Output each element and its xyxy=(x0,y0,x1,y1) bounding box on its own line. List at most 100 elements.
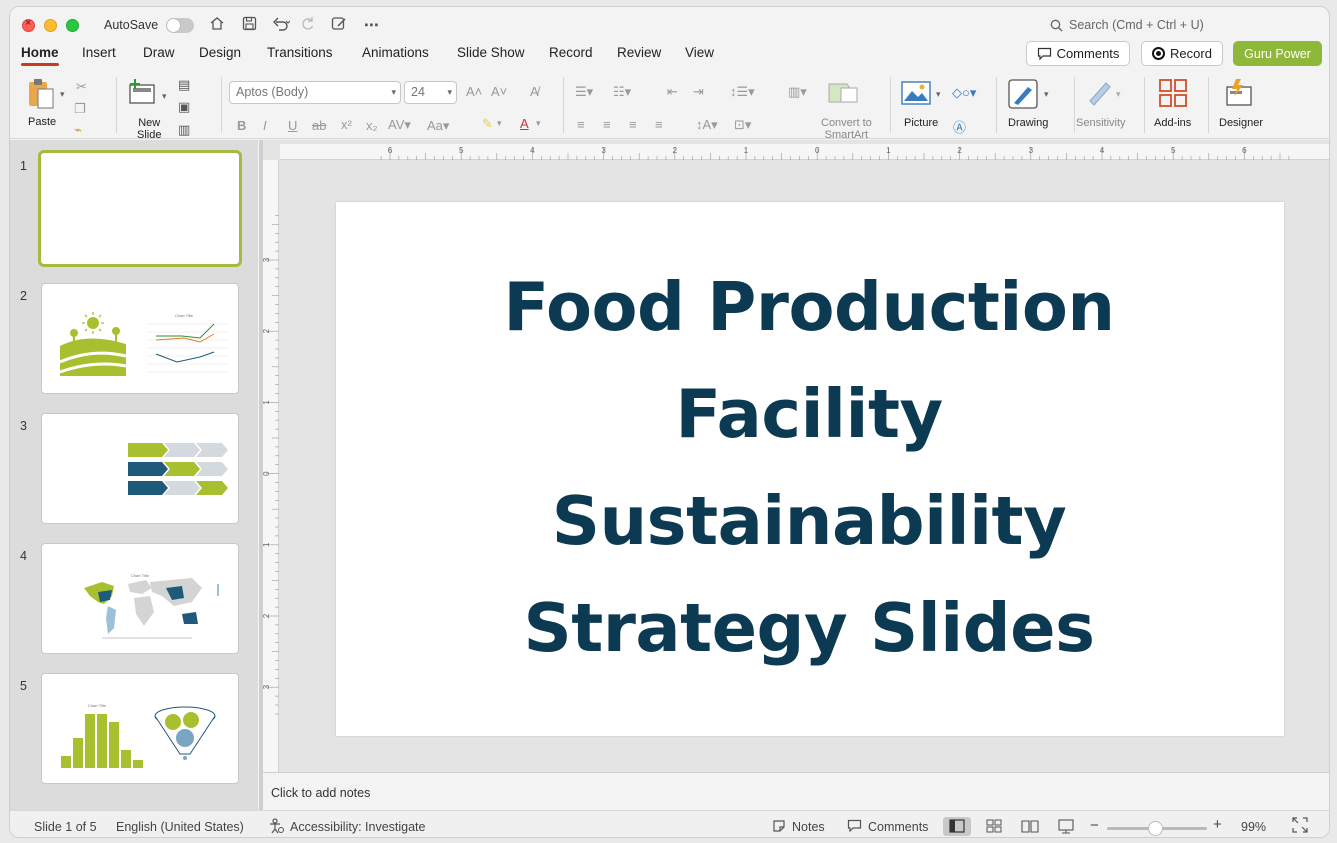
font-name-value: Aptos (Body) xyxy=(236,85,309,99)
reading-view-button[interactable] xyxy=(1016,817,1044,836)
tab-record[interactable]: Record xyxy=(549,45,593,60)
increase-indent-icon[interactable]: ⇥ xyxy=(693,84,704,100)
slide-title-line-2: Facility xyxy=(675,375,943,453)
tab-slide-show[interactable]: Slide Show xyxy=(457,45,525,60)
slide-thumbnail-2[interactable]: Chart Title xyxy=(41,283,239,394)
paste-icon[interactable] xyxy=(25,77,59,116)
customize-icon[interactable] xyxy=(330,16,348,35)
picture-chevron-icon[interactable]: ▾ xyxy=(936,89,941,100)
tab-insert[interactable]: Insert xyxy=(82,45,116,60)
search-field[interactable]: Search (Cmd + Ctrl + U) xyxy=(1050,18,1204,32)
zoom-level[interactable]: 99% xyxy=(1241,820,1266,834)
new-slide-chevron-icon[interactable]: ▾ xyxy=(162,91,167,102)
layout-icon[interactable]: ▤ xyxy=(178,77,190,93)
text-direction-icon[interactable]: ↕A▾ xyxy=(696,117,718,133)
chevron-down-icon[interactable]: ▾ xyxy=(536,118,541,129)
slide-sorter-button[interactable] xyxy=(980,817,1008,836)
chevron-down-icon[interactable]: ▾ xyxy=(497,118,502,129)
shrink-font-icon[interactable]: A˅ xyxy=(491,84,507,99)
drawing-icon[interactable] xyxy=(1008,79,1038,114)
new-slide-icon[interactable] xyxy=(127,79,157,112)
shapes-icon[interactable]: ◇○▾ xyxy=(952,85,976,101)
language-status[interactable]: English (United States) xyxy=(116,820,244,834)
slide-title[interactable]: Food Production Facility Sustainability … xyxy=(456,254,1162,682)
highlight-icon[interactable]: ✎ xyxy=(482,116,493,132)
align-right-icon[interactable]: ≡ xyxy=(629,117,637,132)
minimize-window-button[interactable] xyxy=(44,18,57,32)
tab-transitions[interactable]: Transitions xyxy=(267,45,333,60)
fit-to-window-icon[interactable] xyxy=(1292,817,1308,836)
home-icon[interactable] xyxy=(208,16,226,35)
tab-animations[interactable]: Animations xyxy=(362,45,429,60)
char-spacing-icon[interactable]: AV▾ xyxy=(388,117,411,133)
format-painter-icon[interactable]: ⌁ xyxy=(74,122,82,138)
accessibility-icon[interactable] xyxy=(268,818,284,837)
decrease-indent-icon[interactable]: ⇤ xyxy=(667,84,678,100)
accessibility-status[interactable]: Accessibility: Investigate xyxy=(290,820,425,834)
tab-home[interactable]: Home xyxy=(21,45,59,66)
slide-thumbnail-1[interactable] xyxy=(38,150,242,267)
tab-view[interactable]: View xyxy=(685,45,714,60)
cut-icon[interactable]: ✂ xyxy=(76,79,87,95)
undo-icon[interactable] xyxy=(272,16,291,35)
bold-icon[interactable]: B xyxy=(237,118,246,133)
bullets-icon[interactable]: ☰▾ xyxy=(575,84,593,100)
more-icon[interactable]: ⋯ xyxy=(362,16,380,34)
normal-view-button[interactable] xyxy=(943,817,971,836)
clear-format-icon[interactable]: A̸ xyxy=(530,84,539,99)
text-box-icon[interactable]: Ⓐ xyxy=(953,117,966,136)
zoom-window-button[interactable] xyxy=(66,18,79,32)
slide-thumbnail-4[interactable]: Chart Title xyxy=(41,543,239,654)
redo-icon[interactable] xyxy=(298,16,316,35)
slide-thumbnail-3[interactable] xyxy=(41,413,239,524)
font-name-select[interactable]: Aptos (Body) ▾ xyxy=(229,81,401,104)
add-ins-icon[interactable] xyxy=(1159,79,1187,112)
tab-design[interactable]: Design xyxy=(199,45,241,60)
columns-icon[interactable]: ▥▾ xyxy=(788,84,807,100)
comments-toggle[interactable]: Comments xyxy=(868,820,928,834)
change-case-icon[interactable]: Aa▾ xyxy=(427,118,449,134)
close-window-button[interactable] xyxy=(22,17,35,32)
picture-icon[interactable] xyxy=(901,81,931,110)
notes-toggle[interactable]: Notes xyxy=(792,820,825,834)
font-color-icon[interactable]: A xyxy=(520,116,529,131)
smartart-icon[interactable] xyxy=(827,80,859,111)
font-size-select[interactable]: 24 ▾ xyxy=(404,81,457,104)
copy-icon[interactable]: ❐ xyxy=(74,101,86,117)
numbering-icon[interactable]: ☷▾ xyxy=(613,84,631,100)
strikethrough-icon[interactable]: ab xyxy=(312,118,326,133)
notes-pane[interactable]: Click to add notes xyxy=(263,772,1329,810)
align-text-icon[interactable]: ⊡▾ xyxy=(734,117,751,133)
superscript-icon[interactable]: x² xyxy=(341,117,352,132)
drawing-chevron-icon[interactable]: ▾ xyxy=(1044,89,1049,100)
sensitivity-icon[interactable] xyxy=(1086,79,1112,112)
subscript-icon[interactable]: x₂ xyxy=(366,118,378,133)
section-icon[interactable]: ▥ xyxy=(178,122,190,138)
zoom-in-icon[interactable]: + xyxy=(1213,816,1222,833)
paste-chevron-icon[interactable]: ▾ xyxy=(60,89,65,100)
italic-icon[interactable]: I xyxy=(263,118,267,133)
zoom-out-icon[interactable]: − xyxy=(1090,817,1099,834)
guru-power-button[interactable]: Guru Power xyxy=(1233,41,1322,66)
record-button[interactable]: Record xyxy=(1141,41,1223,66)
presenter-view-button[interactable] xyxy=(1052,817,1080,836)
comments-status-icon[interactable] xyxy=(847,819,862,835)
save-icon[interactable] xyxy=(240,16,258,35)
autosave-toggle[interactable] xyxy=(166,17,195,33)
line-spacing-icon[interactable]: ↕☰▾ xyxy=(730,84,755,100)
reset-icon[interactable]: ▣ xyxy=(178,99,190,115)
align-center-icon[interactable]: ≡ xyxy=(603,117,611,132)
notes-icon[interactable] xyxy=(772,819,786,836)
designer-icon[interactable] xyxy=(1224,79,1254,114)
slide-thumbnail-5[interactable]: Chart Title xyxy=(41,673,239,784)
comments-button[interactable]: Comments xyxy=(1026,41,1130,66)
sensitivity-chevron-icon[interactable]: ▾ xyxy=(1116,89,1121,100)
current-slide[interactable]: Food Production Facility Sustainability … xyxy=(336,202,1284,736)
tab-draw[interactable]: Draw xyxy=(143,45,175,60)
grow-font-icon[interactable]: A˄ xyxy=(466,84,482,99)
justify-icon[interactable]: ≡ xyxy=(655,117,663,132)
tab-review[interactable]: Review xyxy=(617,45,661,60)
align-left-icon[interactable]: ≡ xyxy=(577,117,585,132)
zoom-slider-handle[interactable] xyxy=(1148,821,1163,836)
underline-icon[interactable]: U xyxy=(288,118,297,133)
